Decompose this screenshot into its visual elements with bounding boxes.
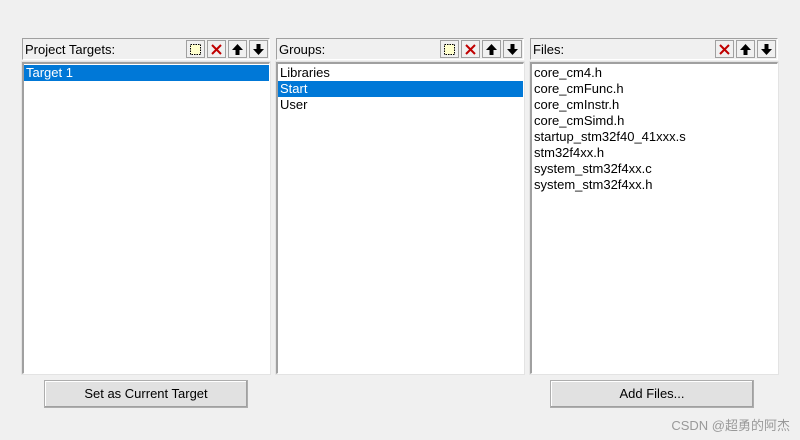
list-item-file[interactable]: stm32f4xx.h xyxy=(532,145,777,161)
move-file-up-button[interactable] xyxy=(736,40,755,58)
move-target-up-button[interactable] xyxy=(228,40,247,58)
groups-header: Groups: xyxy=(276,38,524,60)
delete-icon xyxy=(211,43,222,55)
project-targets-panel: Project Targets: Target 1 xyxy=(21,38,271,375)
list-item-file[interactable]: core_cmFunc.h xyxy=(532,81,777,97)
list-item-group-libraries[interactable]: Libraries xyxy=(278,65,523,81)
delete-icon xyxy=(719,43,730,55)
list-item-file[interactable]: system_stm32f4xx.c xyxy=(532,161,777,177)
set-as-current-target-button[interactable]: Set as Current Target xyxy=(44,380,248,408)
list-item-file[interactable]: core_cmInstr.h xyxy=(532,97,777,113)
watermark: CSDN @超勇的阿杰 xyxy=(671,418,790,433)
list-item-file[interactable]: startup_stm32f40_41xxx.s xyxy=(532,129,777,145)
new-icon xyxy=(444,43,455,55)
files-title: Files: xyxy=(533,42,565,57)
list-item-target-1[interactable]: Target 1 xyxy=(24,65,269,81)
delete-group-button[interactable] xyxy=(461,40,480,58)
new-target-button[interactable] xyxy=(186,40,205,58)
list-item-group-start[interactable]: Start xyxy=(278,81,523,97)
project-targets-header: Project Targets: xyxy=(22,38,270,60)
files-panel: Files: core_cm4.h core_cmFunc.h core_cmI… xyxy=(529,38,779,375)
move-up-icon xyxy=(232,43,243,55)
add-files-button[interactable]: Add Files... xyxy=(550,380,754,408)
move-file-down-button[interactable] xyxy=(757,40,776,58)
delete-icon xyxy=(465,43,476,55)
groups-toolbar xyxy=(440,40,522,58)
files-toolbar xyxy=(715,40,776,58)
list-item-file[interactable]: system_stm32f4xx.h xyxy=(532,177,777,193)
move-down-icon xyxy=(253,43,264,55)
files-header: Files: xyxy=(530,38,778,60)
list-item-file[interactable]: core_cm4.h xyxy=(532,65,777,81)
project-targets-list[interactable]: Target 1 xyxy=(21,61,271,375)
files-list[interactable]: core_cm4.h core_cmFunc.h core_cmInstr.h … xyxy=(529,61,779,375)
delete-file-button[interactable] xyxy=(715,40,734,58)
move-down-icon xyxy=(507,43,518,55)
project-targets-toolbar xyxy=(186,40,268,58)
list-item-file[interactable]: core_cmSimd.h xyxy=(532,113,777,129)
delete-target-button[interactable] xyxy=(207,40,226,58)
move-up-icon xyxy=(740,43,751,55)
move-up-icon xyxy=(486,43,497,55)
new-group-button[interactable] xyxy=(440,40,459,58)
new-icon xyxy=(190,43,201,55)
project-targets-title: Project Targets: xyxy=(25,42,116,57)
move-down-icon xyxy=(761,43,772,55)
groups-title: Groups: xyxy=(279,42,326,57)
groups-panel: Groups: Libraries Start User xyxy=(275,38,525,375)
move-group-down-button[interactable] xyxy=(503,40,522,58)
groups-list[interactable]: Libraries Start User xyxy=(275,61,525,375)
move-target-down-button[interactable] xyxy=(249,40,268,58)
list-item-group-user[interactable]: User xyxy=(278,97,523,113)
move-group-up-button[interactable] xyxy=(482,40,501,58)
